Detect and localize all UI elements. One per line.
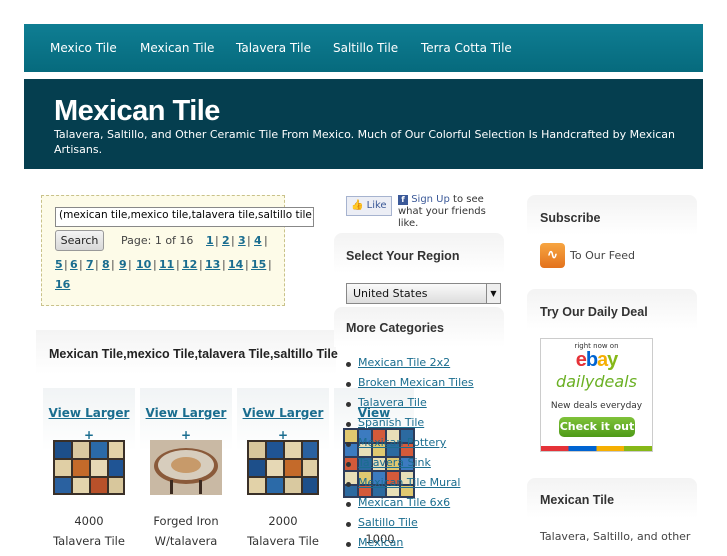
page-link-5[interactable]: 5 <box>55 258 63 271</box>
page-link-6[interactable]: 6 <box>70 258 78 271</box>
page-link-14[interactable]: 14 <box>228 258 243 271</box>
category-list: Mexican Tile 2x2 Broken Mexican Tiles Ta… <box>346 356 474 556</box>
product-name: Talavera Tile <box>53 534 125 548</box>
page-link-10[interactable]: 10 <box>136 258 151 271</box>
page-link-9[interactable]: 9 <box>119 258 127 271</box>
product-image-talavera-tiles[interactable] <box>53 440 125 495</box>
category-link[interactable]: Mexican Tile Mural <box>346 476 474 496</box>
category-link[interactable]: Broken Mexican Tiles <box>346 376 474 396</box>
ebay-logo: ebay <box>575 349 619 371</box>
page-link-4[interactable]: 4 <box>254 234 262 247</box>
category-link[interactable]: Saltillo Tile <box>346 516 474 536</box>
nav-item-saltillo-tile[interactable]: Saltillo Tile <box>333 41 398 55</box>
product-price: 2000 <box>268 514 298 528</box>
site-tagline: Talavera, Saltillo, and Other Ceramic Ti… <box>54 128 676 156</box>
facebook-like-label[interactable]: Like <box>367 200 387 211</box>
deal-tagline: New deals everyday <box>550 401 643 411</box>
check-it-out-button[interactable]: Check it out <box>559 417 635 437</box>
product-price: Forged Iron <box>153 514 219 528</box>
sidebar-tile-text: Talavera, Saltillo, and other <box>540 530 691 543</box>
view-larger-label[interactable]: View Larger <box>146 406 227 420</box>
feed-link[interactable]: To Our Feed <box>570 249 635 262</box>
daily-deals-logo: dailydeals <box>556 372 637 391</box>
facebook-like-button[interactable]: 👍 Like <box>346 196 392 216</box>
page-info: Page: 1 of 16 <box>121 234 194 247</box>
view-larger-label[interactable]: View Larger <box>49 406 130 420</box>
subscribe-heading: Subscribe <box>540 211 601 225</box>
ebay-daily-deals-banner[interactable]: right now on ebay dailydeals New deals e… <box>540 338 653 452</box>
category-link[interactable]: Mexican Tile 2x2 <box>346 356 474 376</box>
page-link-7[interactable]: 7 <box>86 258 94 271</box>
main-heading: Mexican Tile,mexico Tile,talavera Tile,s… <box>49 347 338 361</box>
search-panel: (mexican tile,mexico tile,talavera tile,… <box>41 195 314 306</box>
product-image-talavera-tiles[interactable] <box>247 440 319 495</box>
page-link-13[interactable]: 13 <box>205 258 220 271</box>
category-link[interactable]: Mexican Tile 6x6 <box>346 496 474 516</box>
page-link-3[interactable]: 3 <box>238 234 246 247</box>
site-header: Mexican Tile Talavera, Saltillo, and Oth… <box>24 79 703 169</box>
category-link[interactable]: Spanish Tile <box>346 416 474 436</box>
category-link[interactable]: Mexican Pottery <box>346 436 474 456</box>
nav-item-mexican-tile[interactable]: Mexican Tile <box>140 41 214 55</box>
top-nav: Mexico Tile Mexican Tile Talavera Tile S… <box>24 24 703 72</box>
product-name: Talavera Tile <box>247 534 319 548</box>
category-link[interactable]: Mexican <box>346 536 474 556</box>
product-card: View Larger + 4000 Talavera Tile <box>43 388 135 548</box>
nav-item-mexico-tile[interactable]: Mexico Tile <box>50 41 117 55</box>
category-link[interactable]: Talavera Sink <box>346 456 474 476</box>
product-price: 4000 <box>74 514 104 528</box>
page-link-1[interactable]: 1 <box>206 234 214 247</box>
nav-item-talavera-tile[interactable]: Talavera Tile <box>236 41 311 55</box>
rss-feed-icon[interactable]: ∿ <box>540 243 565 268</box>
product-image-forged-iron-table[interactable] <box>150 440 222 495</box>
view-larger-label[interactable]: View Larger <box>243 406 324 420</box>
sidebar-tile-heading: Mexican Tile <box>540 493 615 507</box>
product-card: View Larger + 2000 Talavera Tile <box>237 388 329 548</box>
site-title[interactable]: Mexican Tile <box>54 95 220 128</box>
categories-heading: More Categories <box>346 321 444 335</box>
region-heading: Select Your Region <box>346 249 460 263</box>
page-link-11[interactable]: 11 <box>159 258 174 271</box>
product-name: W/talavera <box>154 534 218 548</box>
nav-item-terra-cotta-tile[interactable]: Terra Cotta Tile <box>421 41 512 55</box>
facebook-icon: f <box>398 195 408 205</box>
facebook-signup-text: f Sign Up to see what your friends like. <box>398 194 508 230</box>
page-link-8[interactable]: 8 <box>102 258 110 271</box>
page-link-12[interactable]: 12 <box>182 258 197 271</box>
ebay-color-strip <box>541 446 652 451</box>
facebook-signup-link[interactable]: Sign Up <box>411 194 450 205</box>
page-link-2[interactable]: 2 <box>222 234 230 247</box>
page-link-16[interactable]: 16 <box>55 278 70 291</box>
region-select[interactable]: United States ▼ <box>346 283 501 304</box>
search-input[interactable]: (mexican tile,mexico tile,talavera tile,… <box>55 207 314 227</box>
deal-heading: Try Our Daily Deal <box>540 305 648 319</box>
page-link-15[interactable]: 15 <box>251 258 266 271</box>
search-button[interactable]: Search <box>55 230 104 251</box>
chevron-down-icon[interactable]: ▼ <box>486 284 500 303</box>
category-link[interactable]: Talavera Tile <box>346 396 474 416</box>
region-selected-value: United States <box>353 287 428 300</box>
product-card: View Larger + Forged Iron W/talavera <box>140 388 232 548</box>
